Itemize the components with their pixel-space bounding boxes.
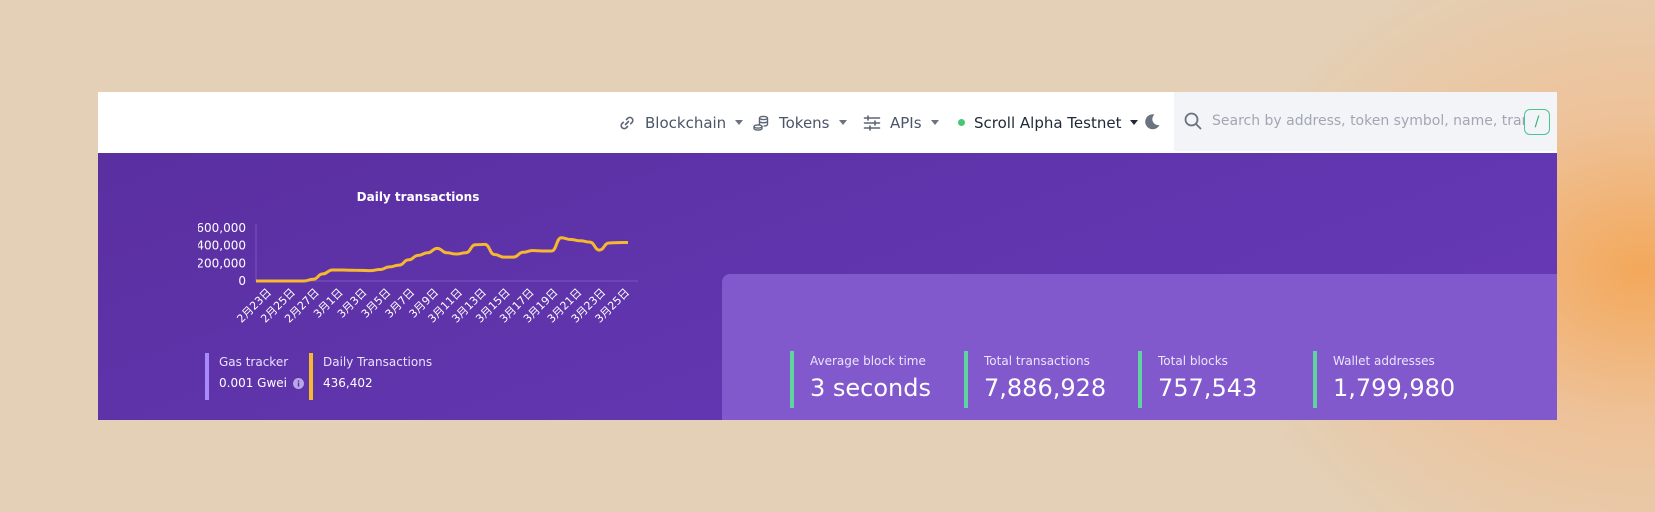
app-window: Blockchain Tokens APIs Scroll Alpha Test…	[98, 92, 1557, 420]
stats-card: Average block time 3 seconds Total trans…	[722, 274, 1557, 420]
network-status-dot	[958, 119, 965, 126]
gas-tracker: Gas tracker 0.001 Gwei	[205, 353, 304, 400]
gas-tracker-value: 0.001 Gwei	[219, 376, 287, 390]
search-bar: /	[1174, 92, 1557, 151]
stat-total-blocks: Total blocks 757,543	[1138, 351, 1257, 408]
chart-y-tick-label: 0	[238, 274, 246, 288]
stat-label: Total transactions	[984, 354, 1090, 368]
dark-mode-toggle-icon[interactable]	[1142, 112, 1162, 132]
network-label: Scroll Alpha Testnet	[974, 113, 1122, 132]
chart-y-tick-label: 600,000	[198, 221, 246, 235]
chevron-down-icon	[1130, 120, 1139, 125]
chart-series-line	[256, 236, 629, 283]
hero-panel: Daily transactions 600,000 400,000 200,000…	[98, 153, 1557, 420]
chart-y-tick-label: 200,000	[198, 256, 246, 270]
nav-apis-label: APIs	[890, 113, 922, 132]
nav-tokens[interactable]: Tokens	[752, 92, 847, 153]
stat-label: Average block time	[810, 354, 926, 368]
nav-apis[interactable]: APIs	[863, 92, 939, 153]
nav-blockchain[interactable]: Blockchain	[618, 92, 744, 153]
sliders-icon	[863, 114, 881, 132]
stat-value: 1,799,980	[1333, 374, 1456, 402]
nav-blockchain-label: Blockchain	[645, 113, 727, 132]
stat-total-transactions: Total transactions 7,886,928	[964, 351, 1106, 408]
search-shortcut-key: /	[1524, 109, 1550, 135]
stat-value: 757,543	[1158, 374, 1258, 402]
chevron-down-icon	[930, 120, 939, 125]
stat-average-block-time: Average block time 3 seconds	[790, 351, 931, 408]
chart-y-tick-label: 400,000	[198, 239, 246, 253]
daily-transactions-mini: Daily Transactions 436,402	[309, 353, 432, 400]
network-selector[interactable]: Scroll Alpha Testnet	[958, 92, 1139, 153]
search-icon	[1183, 111, 1203, 131]
gas-tracker-value-row: 0.001 Gwei	[219, 376, 304, 390]
info-icon[interactable]	[293, 377, 304, 389]
nav-tokens-label: Tokens	[779, 113, 830, 132]
search-input[interactable]	[1212, 106, 1524, 136]
stat-label: Total blocks	[1158, 354, 1228, 368]
stat-value: 3 seconds	[810, 374, 931, 402]
stat-wallet-addresses: Wallet addresses 1,799,980	[1313, 351, 1455, 408]
coins-icon	[752, 114, 770, 132]
daily-transactions-chart: 600,000400,000200,00002月23日2月25日2月27日3月1…	[198, 221, 638, 326]
stat-value: 7,886,928	[984, 374, 1107, 402]
daily-transactions-value: 436,402	[323, 376, 373, 390]
link-icon	[618, 114, 636, 132]
top-navbar: Blockchain Tokens APIs Scroll Alpha Test…	[98, 92, 1557, 153]
chevron-down-icon	[735, 120, 744, 125]
chevron-down-icon	[838, 120, 847, 125]
daily-transactions-label: Daily Transactions	[323, 355, 433, 369]
stat-label: Wallet addresses	[1333, 354, 1435, 368]
gas-tracker-label: Gas tracker	[219, 355, 289, 369]
